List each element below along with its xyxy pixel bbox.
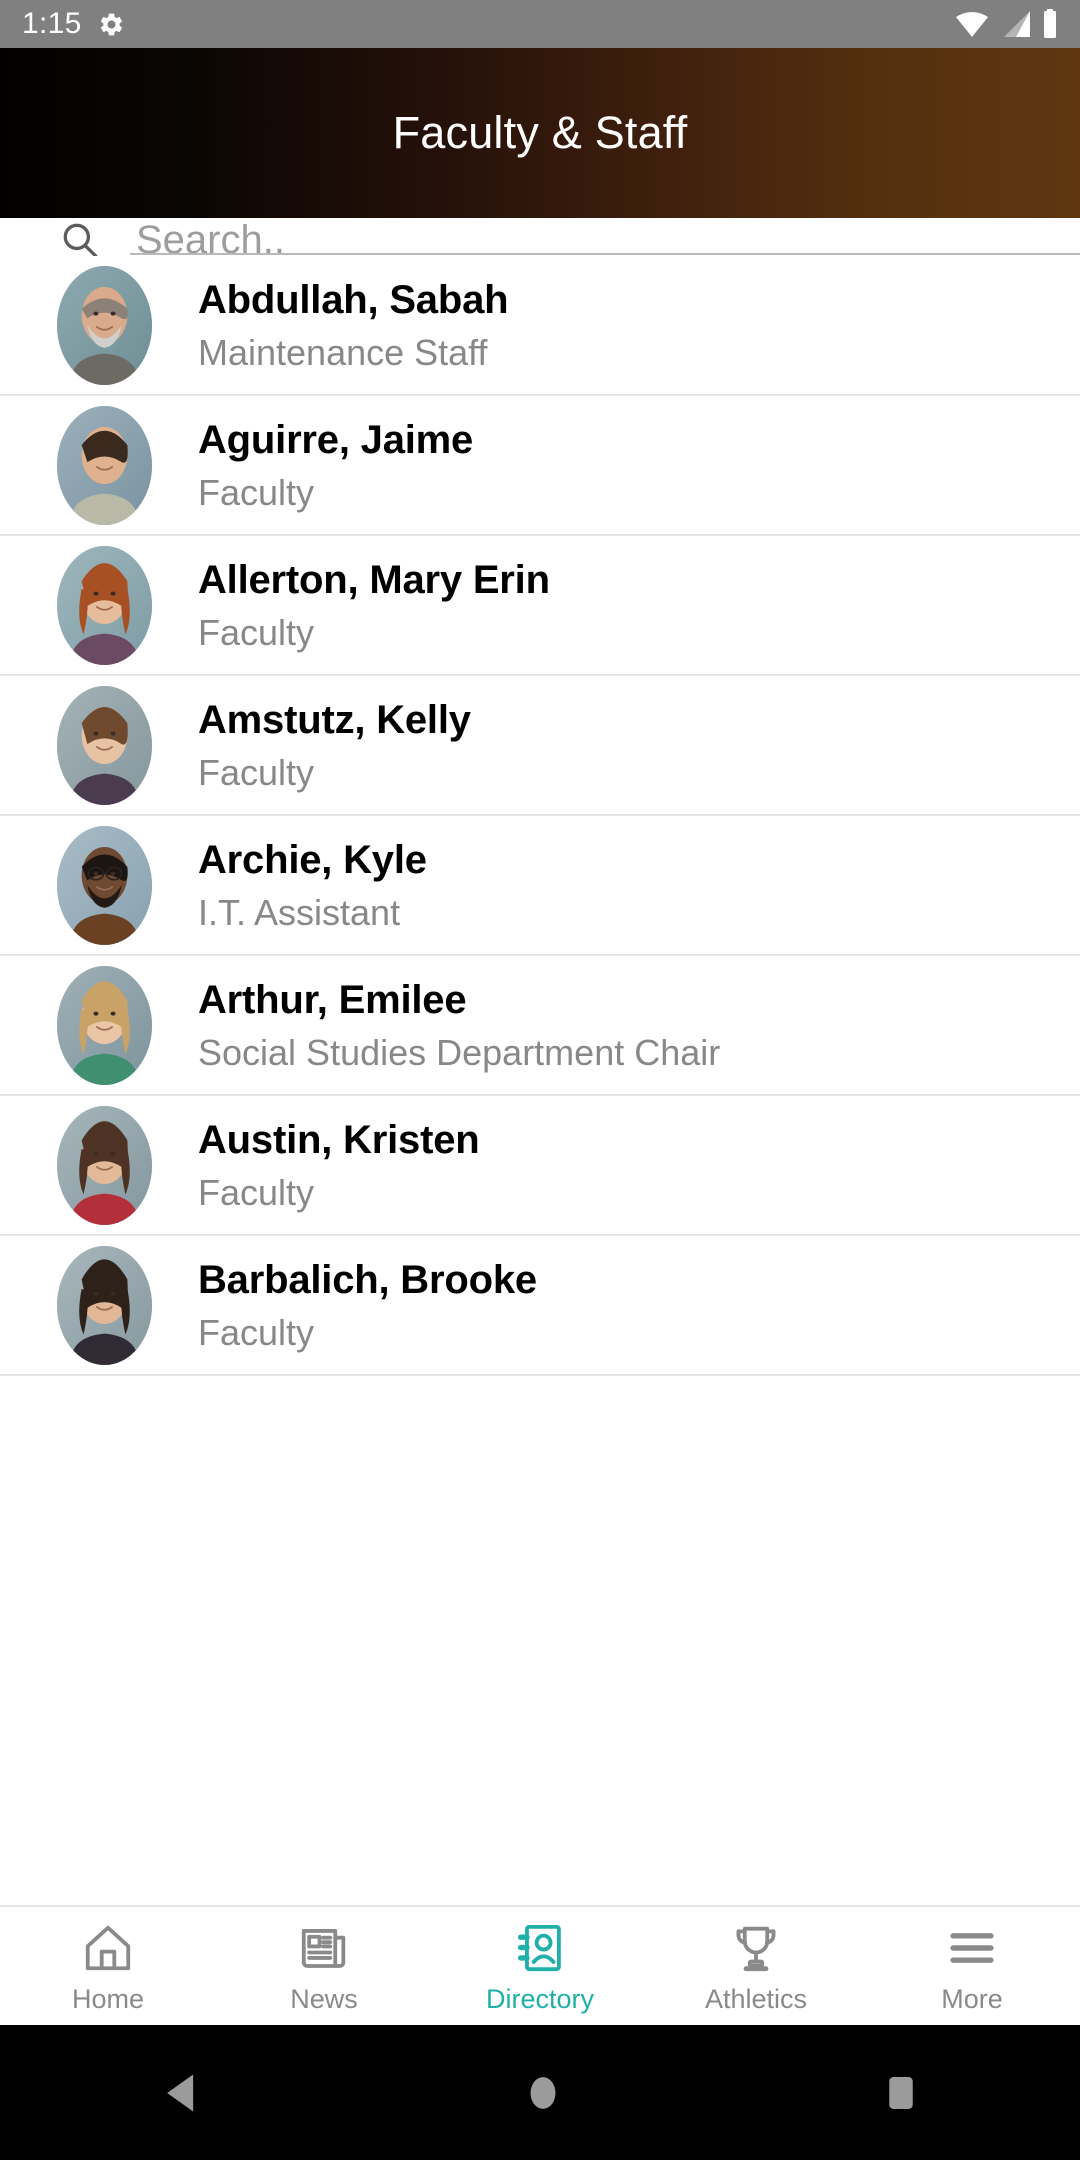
gear-icon xyxy=(98,11,125,38)
home-button[interactable] xyxy=(526,2073,560,2113)
news-icon[interactable] xyxy=(297,1920,351,1976)
person-title: Maintenance Staff xyxy=(198,331,488,373)
back-button[interactable] xyxy=(163,2072,201,2114)
person-name: Amstutz, Kelly xyxy=(198,697,471,742)
avatar xyxy=(57,685,152,805)
recents-button[interactable] xyxy=(885,2074,917,2112)
home-icon[interactable] xyxy=(81,1920,135,1976)
search-underline xyxy=(130,253,1080,255)
person-name: Barbalich, Brooke xyxy=(198,1257,537,1302)
trophy-icon[interactable] xyxy=(729,1920,783,1976)
tab-directory[interactable]: Directory xyxy=(432,1907,648,2025)
directory-icon[interactable] xyxy=(513,1920,567,1976)
tab-label: Home xyxy=(71,1983,145,2014)
avatar xyxy=(57,405,152,525)
tab-news[interactable]: News xyxy=(216,1907,432,2025)
directory-list[interactable]: Abdullah, Sabah Maintenance Staff Aguirr… xyxy=(0,256,1080,1905)
directory-row-text: Amstutz, Kelly Faculty xyxy=(198,700,471,791)
person-title: Faculty xyxy=(198,471,315,513)
person-title: Faculty xyxy=(198,611,315,653)
tab-more[interactable]: More xyxy=(864,1907,1080,2025)
person-name: Abdullah, Sabah xyxy=(198,277,509,322)
person-title: Faculty xyxy=(198,1311,315,1353)
directory-row-text: Aguirre, Jaime Faculty xyxy=(198,420,473,511)
menu-icon[interactable] xyxy=(945,1920,999,1976)
avatar xyxy=(57,1105,152,1225)
person-title: Faculty xyxy=(198,751,315,793)
directory-row-text: Abdullah, Sabah Maintenance Staff xyxy=(198,277,509,373)
wifi-icon xyxy=(954,9,990,39)
status-bar-indicators xyxy=(954,9,1058,39)
status-bar: 1:15 xyxy=(0,0,1080,48)
tab-label: News xyxy=(290,1983,358,2014)
cellular-signal-icon xyxy=(1000,9,1032,39)
avatar xyxy=(57,545,152,665)
avatar xyxy=(57,265,152,385)
person-name: Archie, Kyle xyxy=(198,837,427,882)
person-name: Aguirre, Jaime xyxy=(198,417,474,462)
person-title: I.T. Assistant xyxy=(198,891,401,933)
directory-row[interactable]: Amstutz, Kelly Faculty xyxy=(0,676,1080,816)
directory-row-text: Arthur, Emilee Social Studies Department… xyxy=(198,980,720,1071)
bottom-tab-bar[interactable]: Home News Directory Athletics More xyxy=(0,1905,1080,2025)
status-bar-clock: 1:15 xyxy=(22,7,82,40)
avatar xyxy=(57,825,152,945)
directory-row[interactable]: Austin, Kristen Faculty xyxy=(0,1096,1080,1236)
directory-row-text: Austin, Kristen Faculty xyxy=(198,1117,480,1213)
tab-home[interactable]: Home xyxy=(0,1907,216,2025)
directory-row[interactable]: Aguirre, Jaime Faculty xyxy=(0,396,1080,536)
directory-row[interactable]: Arthur, Emilee Social Studies Department… xyxy=(0,956,1080,1096)
battery-icon xyxy=(1042,9,1058,39)
page-title: Faculty & Staff xyxy=(392,107,688,158)
person-title: Social Studies Department Chair xyxy=(198,1031,721,1073)
tab-athletics[interactable]: Athletics xyxy=(648,1907,864,2025)
directory-row-text: Archie, Kyle I.T. Assistant xyxy=(198,840,427,931)
avatar xyxy=(57,1245,152,1365)
person-name: Allerton, Mary Erin xyxy=(198,557,550,602)
avatar xyxy=(57,965,152,1085)
directory-row[interactable]: Archie, Kyle I.T. Assistant xyxy=(0,816,1080,956)
phone-screen: 1:15 Faculty & Staff Search.. Abdullah, … xyxy=(0,0,1080,2160)
person-name: Arthur, Emilee xyxy=(198,977,467,1022)
person-name: Austin, Kristen xyxy=(198,1117,480,1162)
tab-label: More xyxy=(941,1983,1003,2014)
person-title: Faculty xyxy=(198,1171,315,1213)
tab-label: Directory xyxy=(485,1983,594,2014)
directory-row-text: Barbalich, Brooke Faculty xyxy=(198,1260,537,1351)
directory-row[interactable]: Abdullah, Sabah Maintenance Staff xyxy=(0,256,1080,396)
directory-row[interactable]: Barbalich, Brooke Faculty xyxy=(0,1236,1080,1376)
directory-row-text: Allerton, Mary Erin Faculty xyxy=(198,560,550,651)
directory-row[interactable]: Allerton, Mary Erin Faculty xyxy=(0,536,1080,676)
tab-label: Athletics xyxy=(704,1983,808,2014)
system-navigation-bar[interactable] xyxy=(0,2025,1080,2160)
app-header: Faculty & Staff xyxy=(0,48,1080,218)
